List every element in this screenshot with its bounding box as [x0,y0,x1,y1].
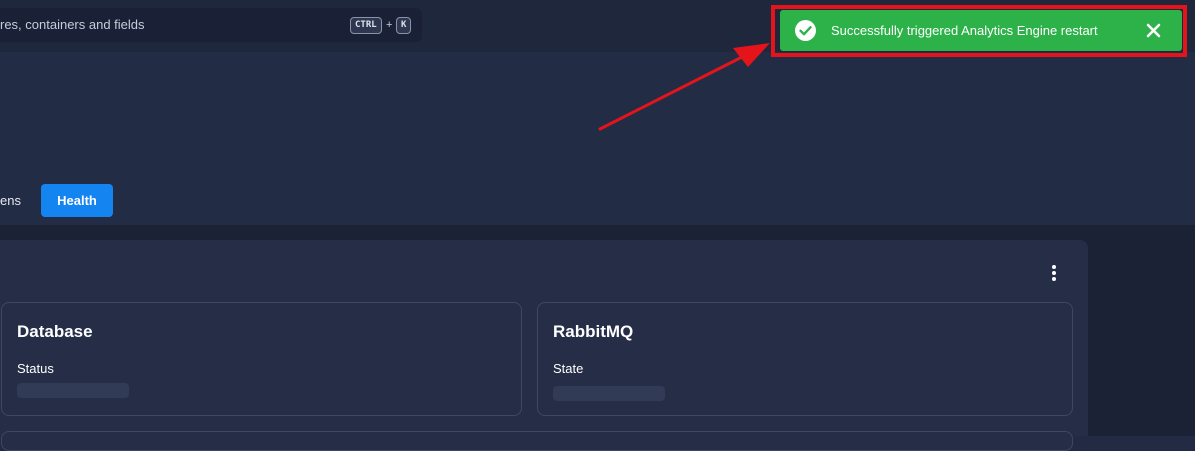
success-toast: Successfully triggered Analytics Engine … [780,10,1182,51]
database-card: Database Status [1,302,522,416]
close-icon[interactable] [1144,21,1163,40]
tab-partial[interactable]: ens [0,193,21,208]
loading-skeleton [17,383,129,398]
next-card [1,431,1073,451]
more-options-icon[interactable] [1044,262,1064,284]
card-status-label: Status [17,361,54,376]
tab-health[interactable]: Health [41,184,113,217]
shortcut-ctrl-key: CTRL [350,17,382,34]
global-search[interactable]: res, containers and fields CTRL + K [0,8,422,42]
loading-skeleton [553,386,665,401]
toast-message: Successfully triggered Analytics Engine … [831,23,1098,38]
rabbitmq-card: RabbitMQ State [537,302,1073,416]
card-title: Database [17,322,93,341]
check-circle-icon [795,20,816,41]
page-header [0,52,1195,225]
card-state-label: State [553,361,584,376]
card-title: RabbitMQ [553,322,634,341]
shortcut-plus: + [386,19,393,31]
search-placeholder: res, containers and fields [0,17,145,32]
shortcut-k-key: K [396,17,412,34]
